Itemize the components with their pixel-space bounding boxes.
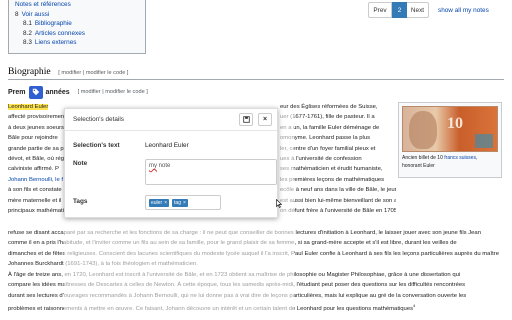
- note-textarea[interactable]: my note: [145, 159, 277, 185]
- close-button[interactable]: ×: [258, 113, 272, 126]
- tag-chip[interactable]: euler ×: [149, 198, 170, 207]
- prev-page-button[interactable]: Prev: [368, 2, 392, 18]
- save-icon: [242, 116, 250, 123]
- next-page-button[interactable]: Next: [407, 2, 429, 18]
- biography-heading: Biographie [ modifier | modifier le code…: [8, 66, 504, 80]
- text-line: dévot, et Bâle, où rég: [8, 154, 68, 164]
- section-edit-links[interactable]: [ modifier | modifier le code ]: [58, 70, 128, 76]
- text-fragment: Johann Bernoulli, le f: [8, 176, 64, 183]
- footnote-ref[interactable]: 4: [413, 303, 415, 308]
- section-title: Biographie: [8, 66, 51, 77]
- tags-label: Tags: [73, 198, 88, 205]
- note-label: Note: [73, 160, 88, 167]
- banknote-value: 10: [447, 115, 463, 132]
- toc-item-label[interactable]: Notes et références: [15, 1, 71, 8]
- remove-tag-icon[interactable]: ×: [183, 200, 186, 206]
- subsection-title-start: Prem: [8, 88, 26, 96]
- text-line: eur des Églises réformées de Suisse,: [280, 104, 378, 110]
- text-fragment: dévot, et Bâle, où rég: [8, 156, 64, 163]
- show-all-notes-link[interactable]: show all my notes: [438, 7, 489, 14]
- toc-item-label[interactable]: Articles connexes: [35, 30, 85, 37]
- save-button[interactable]: [239, 113, 253, 126]
- toc-item[interactable]: 8 Voir aussi: [15, 10, 139, 20]
- annotate-tag-button[interactable]: [28, 85, 43, 99]
- text-line: Bâle pour rejoindre: [8, 133, 68, 143]
- selection-text-label: Selection's text: [73, 142, 120, 149]
- close-icon: ×: [262, 116, 268, 123]
- toc-item[interactable]: 8.2 Articles connexes: [15, 29, 139, 39]
- text-line: principaux mathémati: [8, 206, 68, 216]
- banknote-image[interactable]: 10: [402, 106, 498, 152]
- toc-item[interactable]: 8.3 Liens externes: [15, 38, 139, 48]
- mouse-cursor-icon: [276, 199, 282, 208]
- text-line: uer (1677-1761), fille de pasteur. Il a: [280, 114, 375, 121]
- current-page-button[interactable]: 2: [392, 2, 407, 18]
- toc-item-label[interactable]: Voir aussi: [22, 11, 50, 18]
- paragraph-left-fragments: Leonhard Euler affecté provisoirement à de…: [8, 102, 68, 216]
- text-fragment: Bâle pour rejoindre: [8, 135, 58, 142]
- paragraph-right-fragments: eur des Églises réformées de Suisse, uer …: [280, 102, 396, 216]
- text-fragment: principaux mathémati: [8, 208, 64, 215]
- toc-item-number: 8.1: [23, 20, 32, 28]
- thumbnail-caption: Ancien billet de 10 francs suisses, hono…: [402, 155, 478, 169]
- tag-icon: [32, 88, 39, 96]
- text-line: ecôle à neuf ans dans la ville de Bâle, …: [280, 187, 396, 194]
- text-fragment: calviniste affirmé. P: [8, 166, 59, 173]
- toc-item-number: 8: [15, 10, 19, 18]
- dialog-header: Selection's details ×: [65, 109, 277, 131]
- text-line: affecté provisoirement: [8, 112, 68, 122]
- text-line: ler, centre d'un foyer familial pieux et: [280, 145, 376, 152]
- toc-item-label[interactable]: Liens externes: [35, 39, 77, 46]
- toc-item[interactable]: 8.1 Bibliographie: [15, 19, 139, 29]
- toc-item-number: 8.2: [23, 29, 32, 37]
- dialog-title: Selection's details: [73, 116, 124, 123]
- tag-chip-label: tag: [174, 199, 181, 206]
- text-line: calviniste affirmé. P: [8, 164, 68, 174]
- toc-item[interactable]: Notes et références: [15, 0, 139, 10]
- text-line: les premières leçons de mathématiques: [280, 176, 385, 183]
- subsection-edit-links[interactable]: [ modifier | modifier le code ]: [78, 89, 148, 95]
- text-fragment: à son fils et constate: [8, 187, 62, 194]
- text-line: ses mathématicien et érudit humaniste,: [280, 166, 383, 173]
- text-fragment: à deux jeunes soeurs: [8, 124, 64, 131]
- text-fragment: mère maternelle et il: [8, 197, 62, 204]
- banknote-thumbnail: 10 Ancien billet de 10 francs suisses, h…: [398, 102, 502, 178]
- subsection-heading: Prem années [ modifier | modifier le cod…: [8, 85, 148, 99]
- text-line: Johann Bernoulli, le f: [8, 175, 68, 185]
- tags-input[interactable]: euler × tag ×: [145, 195, 221, 210]
- text-fragment: affecté provisoirement: [8, 114, 66, 121]
- text-line: Leonhard Euler: [8, 102, 68, 112]
- text-line: omonyme. Leonhard passe la plus: [280, 135, 371, 142]
- remove-tag-icon[interactable]: ×: [164, 200, 167, 206]
- caption-link[interactable]: francs suisses: [444, 155, 476, 161]
- highlighted-selection[interactable]: Leonhard Euler: [8, 104, 49, 110]
- tag-chip[interactable]: tag ×: [172, 198, 188, 207]
- text-line: on défunt frère à l'université de Bâle e…: [280, 208, 396, 215]
- toc-item-label[interactable]: Bibliographie: [35, 20, 72, 27]
- selection-details-dialog: Selection's details × Selection's text L…: [64, 108, 278, 218]
- text-line: mère maternelle et il: [8, 196, 68, 206]
- text-line: grande partie de sa p: [8, 144, 68, 154]
- selection-text-value: Leonhard Euler: [145, 142, 189, 149]
- text-line: en a un, la famille Euler déménage de: [280, 124, 380, 131]
- text-line: à son fils et constate: [8, 185, 68, 195]
- tag-chip-label: euler: [151, 199, 163, 206]
- text-line: est aussi bien lui-même bienveillant de …: [280, 197, 396, 204]
- text-line: ues à l'université de confession: [280, 156, 362, 163]
- toc-item-number: 8.3: [23, 39, 32, 47]
- text-line: à deux jeunes soeurs: [8, 123, 68, 133]
- subsection-title-end: années: [45, 88, 70, 96]
- text-fragment: grande partie de sa p: [8, 145, 64, 152]
- table-of-contents: Notes et références 8 Voir aussi 8.1 Bibliog…: [8, 0, 146, 54]
- notes-pager: Prev 2 Next show all my notes: [368, 2, 489, 18]
